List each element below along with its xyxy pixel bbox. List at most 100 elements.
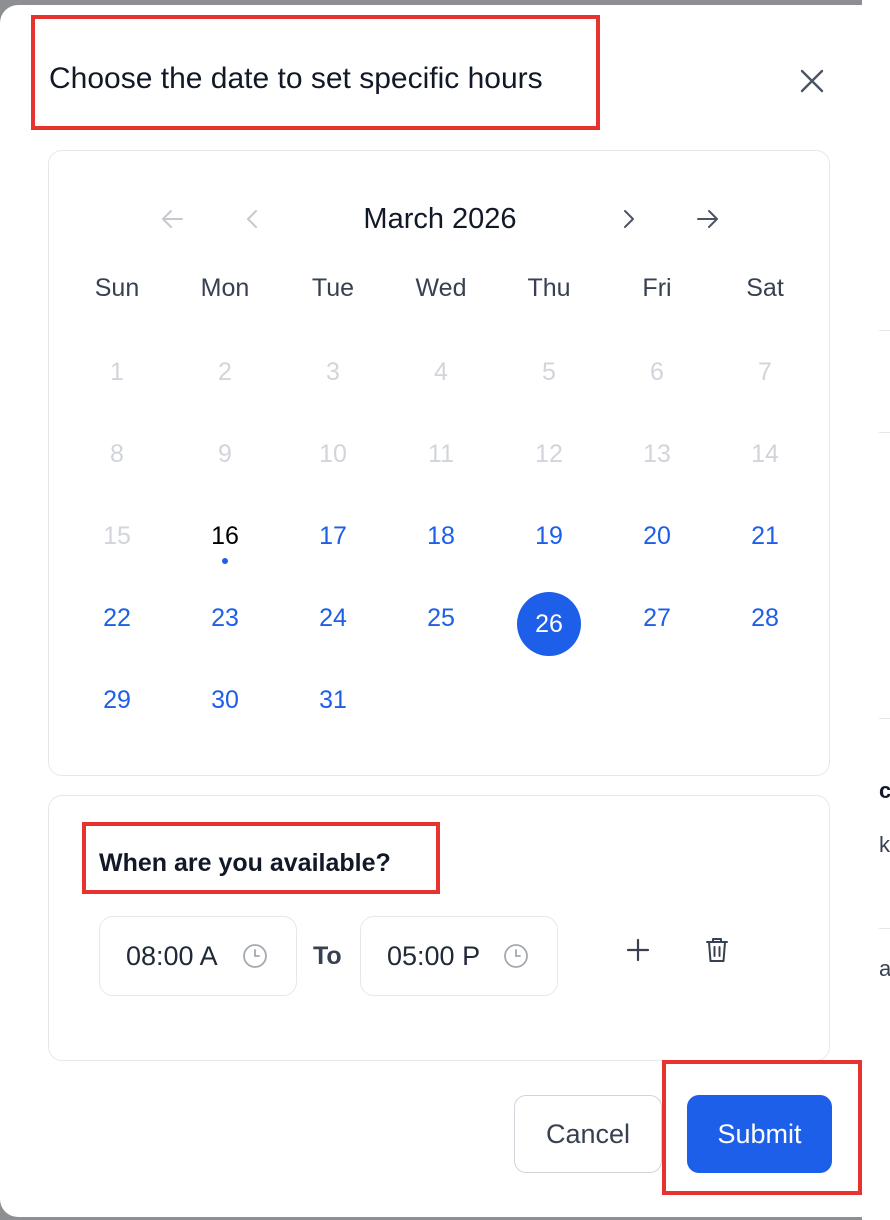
first-month-button[interactable] <box>154 201 190 237</box>
day-number: 27 <box>643 603 671 632</box>
calendar-day: 5 <box>495 331 603 413</box>
calendar-day: 12 <box>495 413 603 495</box>
day-number: 28 <box>751 603 779 632</box>
calendar-day[interactable]: 22 <box>63 577 171 659</box>
day-number: 30 <box>211 685 239 714</box>
month-label: March 2026 <box>363 203 517 235</box>
day-number: 8 <box>110 439 124 468</box>
specific-hours-dialog: Choose the date to set specific hours Ma… <box>0 5 879 1217</box>
calendar-day: 6 <box>603 331 711 413</box>
calendar-day: 14 <box>711 413 819 495</box>
calendar-day[interactable]: 20 <box>603 495 711 577</box>
arrow-left-icon <box>162 210 183 228</box>
weekday-label: Fri <box>642 274 672 302</box>
weekday-label: Sun <box>94 274 140 302</box>
close-icon <box>800 69 824 93</box>
cancel-button[interactable]: Cancel <box>514 1095 662 1173</box>
calendar-day[interactable]: 25 <box>387 577 495 659</box>
calendar-day[interactable]: 19 <box>495 495 603 577</box>
day-number: 3 <box>326 357 340 386</box>
day-number: 25 <box>427 603 455 632</box>
end-time-field[interactable] <box>360 916 558 996</box>
dialog-title: Choose the date to set specific hours <box>49 62 543 95</box>
clock-icon <box>243 944 267 968</box>
day-number: 19 <box>535 521 563 550</box>
day-number: 10 <box>319 439 347 468</box>
calendar-day: 2 <box>171 331 279 413</box>
time-separator-label: To <box>313 942 342 970</box>
day-number: 20 <box>643 521 671 550</box>
delete-time-slot-button[interactable] <box>695 928 739 972</box>
availability-heading: When are you available? <box>99 849 391 877</box>
calendar-day[interactable]: 16 <box>171 495 279 577</box>
day-number: 4 <box>434 357 448 386</box>
calendar-day: 15 <box>63 495 171 577</box>
day-number: 23 <box>211 603 239 632</box>
day-number: 15 <box>103 521 131 550</box>
calendar-day[interactable]: 28 <box>711 577 819 659</box>
arrow-right-icon <box>697 210 718 228</box>
calendar-day[interactable]: 31 <box>279 659 387 741</box>
next-month-button[interactable] <box>610 201 646 237</box>
day-number: 17 <box>319 521 347 550</box>
plus-icon <box>626 938 650 962</box>
calendar-day: 13 <box>603 413 711 495</box>
day-number: 2 <box>218 357 232 386</box>
close-button[interactable] <box>792 61 832 101</box>
day-number: 1 <box>110 357 124 386</box>
day-number: 7 <box>758 357 772 386</box>
day-number: 5 <box>542 357 556 386</box>
calendar-day[interactable]: 30 <box>171 659 279 741</box>
calendar-day: 3 <box>279 331 387 413</box>
day-number: 22 <box>103 603 131 632</box>
background-text-fragment: c <box>879 778 890 803</box>
day-number: 18 <box>427 521 455 550</box>
day-number: 11 <box>428 439 454 468</box>
weekday-label: Thu <box>527 274 571 302</box>
day-number: 29 <box>103 685 131 714</box>
calendar-days: 1 2 3 4 5 6 7 8 9 10 11 12 13 14 15 16 17 18 19 20 21 22 23 24 2… <box>63 331 819 741</box>
trash-icon <box>706 938 728 962</box>
weekday-label: Wed <box>415 274 467 302</box>
day-number: 6 <box>650 357 664 386</box>
calendar-day: 11 <box>387 413 495 495</box>
day-number: 13 <box>643 439 671 468</box>
day-number: 31 <box>319 685 347 714</box>
submit-button[interactable]: Submit <box>687 1095 832 1173</box>
day-number: 12 <box>535 439 563 468</box>
day-number: 26 <box>517 592 581 656</box>
calendar-day: 10 <box>279 413 387 495</box>
calendar-day[interactable]: 18 <box>387 495 495 577</box>
calendar-day[interactable]: 27 <box>603 577 711 659</box>
last-month-button[interactable] <box>690 201 726 237</box>
chevron-left-icon <box>247 210 257 228</box>
day-number: 24 <box>319 603 347 632</box>
calendar-day[interactable]: 29 <box>63 659 171 741</box>
day-number: 21 <box>751 521 779 550</box>
chevron-right-icon <box>624 210 634 228</box>
calendar-day[interactable]: 21 <box>711 495 819 577</box>
day-number: 16 <box>211 521 239 550</box>
calendar-day[interactable]: 24 <box>279 577 387 659</box>
calendar-day: 1 <box>63 331 171 413</box>
calendar-day-selected[interactable]: 26 <box>495 577 603 659</box>
weekday-label: Sat <box>746 274 784 302</box>
background-text-fragment: k <box>879 832 890 857</box>
calendar-day[interactable]: 17 <box>279 495 387 577</box>
start-time-input[interactable] <box>126 940 230 972</box>
weekday-header: Sun Mon Tue Wed Thu Fri Sat <box>63 273 819 303</box>
calendar: March 2026 Sun Mon Tue Wed Thu Fri Sat 1… <box>48 150 830 776</box>
previous-month-button[interactable] <box>235 201 271 237</box>
background-text-fragment: a <box>879 956 890 981</box>
calendar-day[interactable]: 23 <box>171 577 279 659</box>
calendar-day: 8 <box>63 413 171 495</box>
clock-icon <box>504 944 528 968</box>
day-number: 14 <box>751 439 779 468</box>
start-time-field[interactable] <box>99 916 297 996</box>
add-time-slot-button[interactable] <box>616 928 660 972</box>
weekday-label: Tue <box>311 274 355 302</box>
calendar-day: 9 <box>171 413 279 495</box>
end-time-input[interactable] <box>387 940 491 972</box>
calendar-day: 4 <box>387 331 495 413</box>
day-number: 9 <box>218 439 232 468</box>
